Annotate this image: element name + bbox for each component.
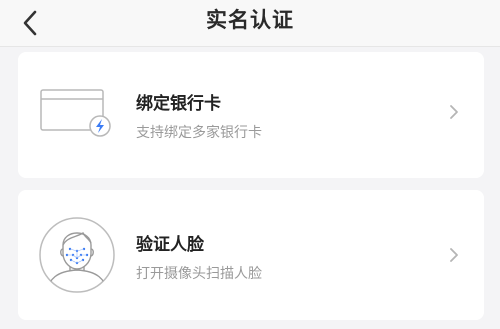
bank-card-icon xyxy=(40,89,111,137)
top-navigation-bar: 实名认证 xyxy=(0,0,500,47)
page-title: 实名认证 xyxy=(206,8,294,32)
card-title: 验证人脸 xyxy=(136,235,204,255)
chevron-right-icon xyxy=(450,105,458,119)
bind-bank-card-option[interactable]: 绑定银行卡 支持绑定多家银行卡 xyxy=(18,52,484,178)
face-scan-icon xyxy=(39,217,115,293)
face-verification-option[interactable]: 验证人脸 打开摄像头扫描人脸 xyxy=(18,190,484,320)
card-subtitle: 打开摄像头扫描人脸 xyxy=(136,266,262,282)
card-title: 绑定银行卡 xyxy=(136,94,221,114)
card-subtitle: 支持绑定多家银行卡 xyxy=(136,125,262,141)
chevron-right-icon xyxy=(450,248,458,262)
